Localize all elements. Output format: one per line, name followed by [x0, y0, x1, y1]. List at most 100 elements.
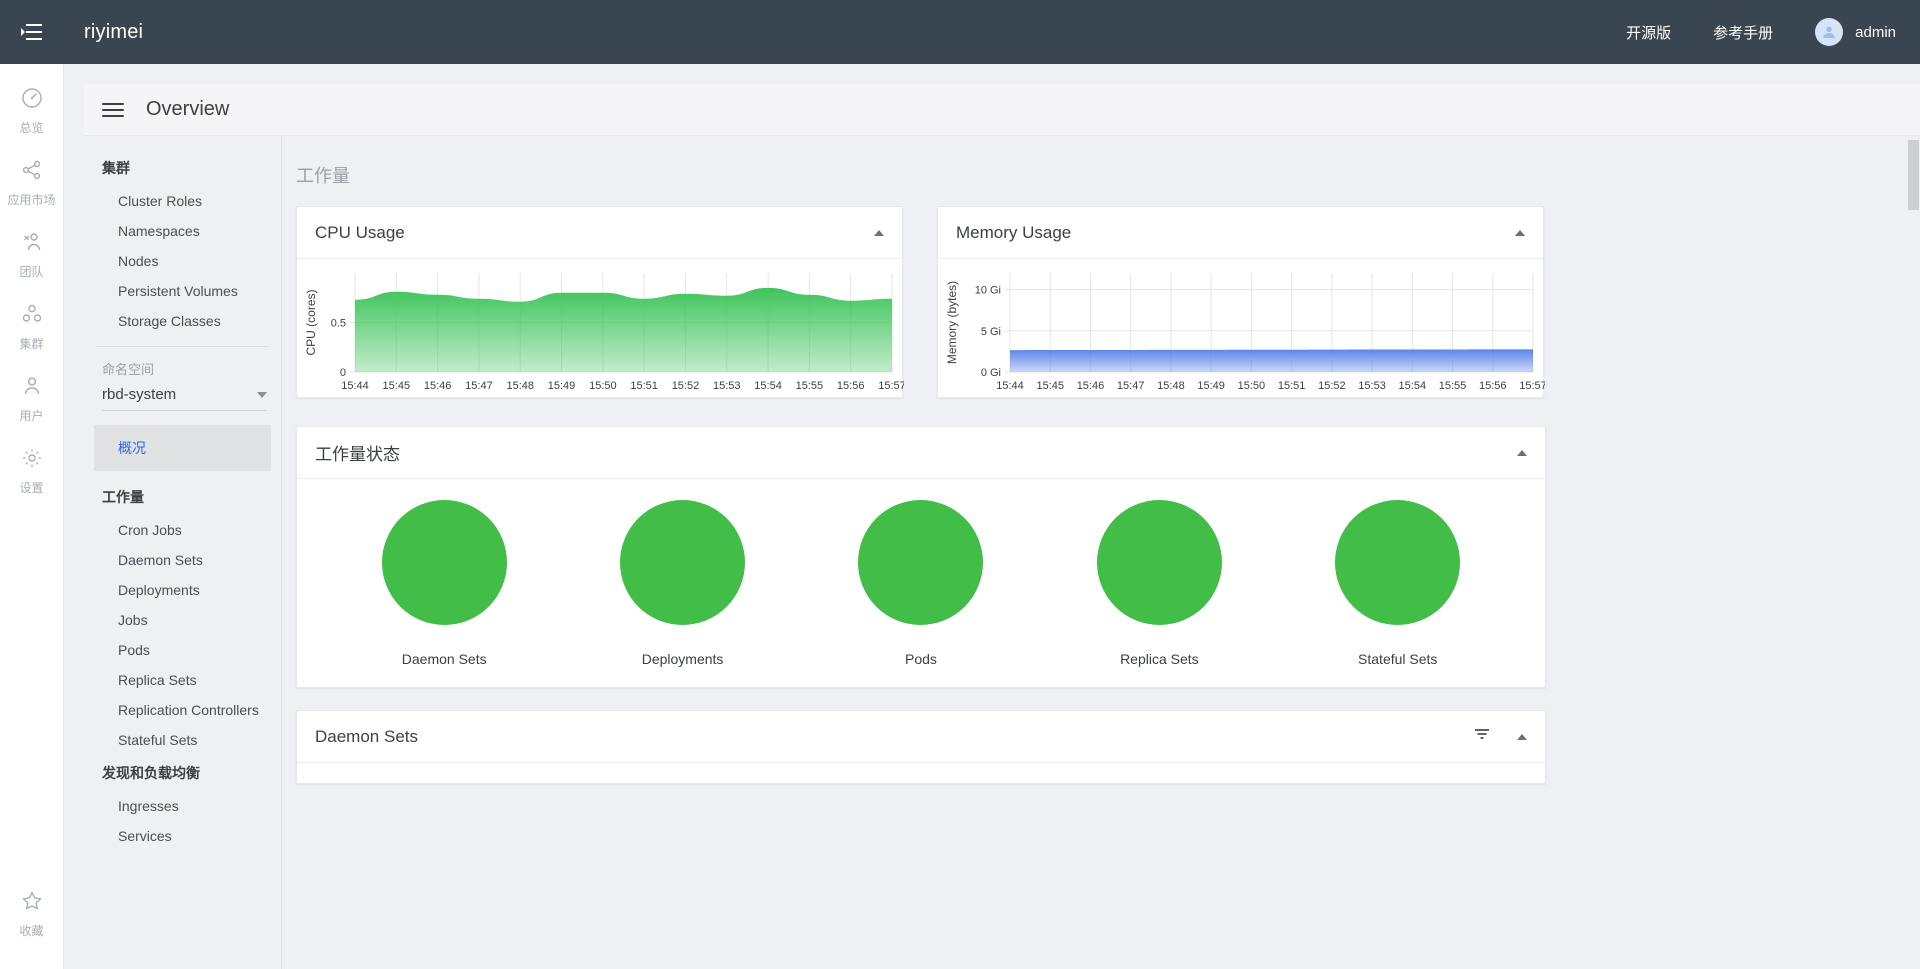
workload-status-donut[interactable] — [620, 500, 746, 625]
sidebar-item-deployments[interactable]: Deployments — [84, 575, 281, 605]
chevron-up-icon[interactable] — [1515, 229, 1525, 236]
hamburger-icon[interactable] — [102, 99, 124, 121]
y-axis-title: CPU (cores) — [304, 289, 318, 355]
workload-status-donut[interactable] — [381, 500, 507, 625]
x-tick-label: 15:55 — [796, 380, 824, 392]
workload-status-item: Stateful Sets — [1335, 500, 1461, 667]
chevron-up-icon[interactable] — [1517, 449, 1527, 456]
memory-chart-body: 0 Gi 5 Gi 10 Gi 15:44 15:45 15:46 15:47 15:48 15… — [938, 259, 1547, 398]
workload-status-item: Replica Sets — [1096, 500, 1222, 667]
sidebar-item-nodes[interactable]: Nodes — [84, 246, 281, 276]
user-name[interactable]: admin — [1855, 24, 1896, 41]
memory-card-actions — [1515, 229, 1525, 236]
share-icon — [20, 158, 44, 187]
content-area: 工作量 CPU Usage 0 0.5 15:44 15:45 15:46 15:47 15… — [282, 136, 1920, 969]
chevron-up-icon[interactable] — [874, 229, 884, 236]
filter-icon[interactable] — [1473, 725, 1491, 748]
memory-card-header: Memory Usage — [938, 207, 1543, 259]
sidebar-item-cron-jobs[interactable]: Cron Jobs — [84, 515, 281, 545]
reference-manual-link[interactable]: 参考手册 — [1713, 22, 1773, 43]
x-tick-label: 15:45 — [383, 380, 411, 392]
workload-status-label: Replica Sets — [1120, 651, 1199, 667]
y-tick-label: 10 Gi — [975, 285, 1001, 297]
rail-label-overview: 总览 — [19, 121, 44, 135]
user-icon — [20, 374, 44, 403]
user-avatar-icon[interactable] — [1815, 18, 1844, 46]
x-tick-label: 15:57 — [1519, 380, 1545, 392]
rail-label-team: 团队 — [19, 265, 44, 279]
x-tick-label: 15:47 — [465, 380, 493, 392]
sidebar-item-pods[interactable]: Pods — [84, 635, 281, 665]
x-tick-label: 15:49 — [548, 380, 576, 392]
sidebar-item-persistent-volumes[interactable]: Persistent Volumes — [84, 276, 281, 306]
menu-collapse-icon[interactable] — [0, 0, 64, 64]
workload-status-donut[interactable] — [1335, 500, 1461, 625]
sidebar-group-discovery: 发现和负载均衡 — [102, 765, 200, 781]
content-scrollbar-thumb[interactable] — [1908, 140, 1919, 210]
x-tick-label: 15:46 — [1077, 380, 1105, 392]
opensource-link[interactable]: 开源版 — [1626, 22, 1671, 43]
rail-label-appstore: 应用市场 — [7, 193, 56, 207]
rail-item-overview[interactable]: 总览 — [0, 86, 64, 136]
rail-item-settings[interactable]: 设置 — [0, 446, 64, 496]
sidebar-item-daemon-sets[interactable]: Daemon Sets — [84, 545, 281, 575]
content-scrollbar-track[interactable] — [1907, 136, 1920, 969]
chevron-up-icon[interactable] — [1517, 733, 1527, 740]
daemon-sets-actions — [1473, 725, 1527, 748]
sidebar-item-ingresses[interactable]: Ingresses — [84, 791, 281, 821]
daemon-sets-card: Daemon Sets — [296, 710, 1546, 784]
sidebar-item-stateful-sets[interactable]: Stateful Sets — [84, 725, 281, 755]
chart-area-series — [1010, 349, 1533, 372]
y-tick-label: 0 — [340, 367, 346, 379]
sidebar-item-jobs[interactable]: Jobs — [84, 605, 281, 635]
memory-area-chart: 0 Gi 5 Gi 10 Gi 15:44 15:45 15:46 15:47 15:48 15… — [945, 273, 1547, 392]
sidebar-item-replication-controllers[interactable]: Replication Controllers — [84, 695, 281, 725]
topbar-right-group: 开源版 参考手册 admin — [1626, 18, 1920, 46]
x-tick-label: 15:57 — [878, 380, 904, 392]
cpu-area-chart: 0 0.5 15:44 15:45 15:46 15:47 15:48 15:49 15:50 1… — [304, 273, 906, 392]
workload-status-item: Pods — [858, 500, 984, 667]
x-tick-label: 15:55 — [1439, 380, 1467, 392]
workload-status-donut[interactable] — [1096, 500, 1222, 625]
workload-status-label: Pods — [905, 651, 937, 667]
sidebar-item-services[interactable]: Services — [84, 821, 281, 851]
star-icon — [20, 889, 44, 918]
y-tick-label: 5 Gi — [981, 326, 1001, 338]
chart-area-series — [355, 287, 892, 372]
x-tick-label: 15:52 — [672, 380, 700, 392]
page-header: Overview — [84, 84, 1920, 136]
cpu-chart-body: 0 0.5 15:44 15:45 15:46 15:47 15:48 15:49 15:50 1… — [297, 259, 906, 398]
memory-card-title: Memory Usage — [956, 222, 1072, 242]
x-tick-label: 15:51 — [630, 380, 658, 392]
y-axis-title: Memory (bytes) — [945, 281, 959, 364]
workload-status-header: 工作量状态 — [297, 427, 1545, 479]
workload-status-label: Stateful Sets — [1358, 651, 1438, 667]
rail-item-appstore[interactable]: 应用市场 — [0, 158, 64, 208]
x-tick-label: 15:56 — [837, 380, 865, 392]
workload-status-card: 工作量状态 Daemon Sets Deployments Pods Replica … — [296, 426, 1546, 688]
rail-item-favorites[interactable]: 收藏 — [0, 889, 64, 939]
x-tick-label: 15:56 — [1479, 380, 1507, 392]
rail-item-user[interactable]: 用户 — [0, 374, 64, 424]
rail-label-favorites: 收藏 — [19, 924, 44, 938]
page-container: Overview 集群 Cluster Roles Namespaces Nod… — [64, 64, 1920, 969]
x-tick-label: 15:48 — [1157, 380, 1185, 392]
x-tick-label: 15:44 — [341, 380, 369, 392]
namespace-label: 命名空间 — [102, 362, 155, 377]
sidebar-item-cluster-roles[interactable]: Cluster Roles — [84, 186, 281, 216]
sidebar-item-overview-active[interactable]: 概况 — [94, 425, 271, 471]
sidebar-item-replica-sets[interactable]: Replica Sets — [84, 665, 281, 695]
brand-title: riyimei — [84, 20, 144, 43]
sidebar-item-namespaces[interactable]: Namespaces — [84, 216, 281, 246]
rail-item-cluster[interactable]: 集群 — [0, 302, 64, 352]
workload-status-donut[interactable] — [858, 500, 984, 625]
sidebar-item-storage-classes[interactable]: Storage Classes — [84, 306, 281, 336]
namespace-select[interactable]: rbd-system — [102, 380, 267, 411]
x-tick-label: 15:47 — [1117, 380, 1145, 392]
cpu-card-title: CPU Usage — [315, 222, 405, 242]
y-tick-label: 0 Gi — [981, 367, 1001, 379]
x-tick-label: 15:52 — [1318, 380, 1346, 392]
secondary-sidebar: 集群 Cluster Roles Namespaces Nodes Persis… — [84, 136, 282, 969]
dashboard-icon — [20, 86, 44, 115]
rail-item-team[interactable]: 团队 — [0, 230, 64, 280]
